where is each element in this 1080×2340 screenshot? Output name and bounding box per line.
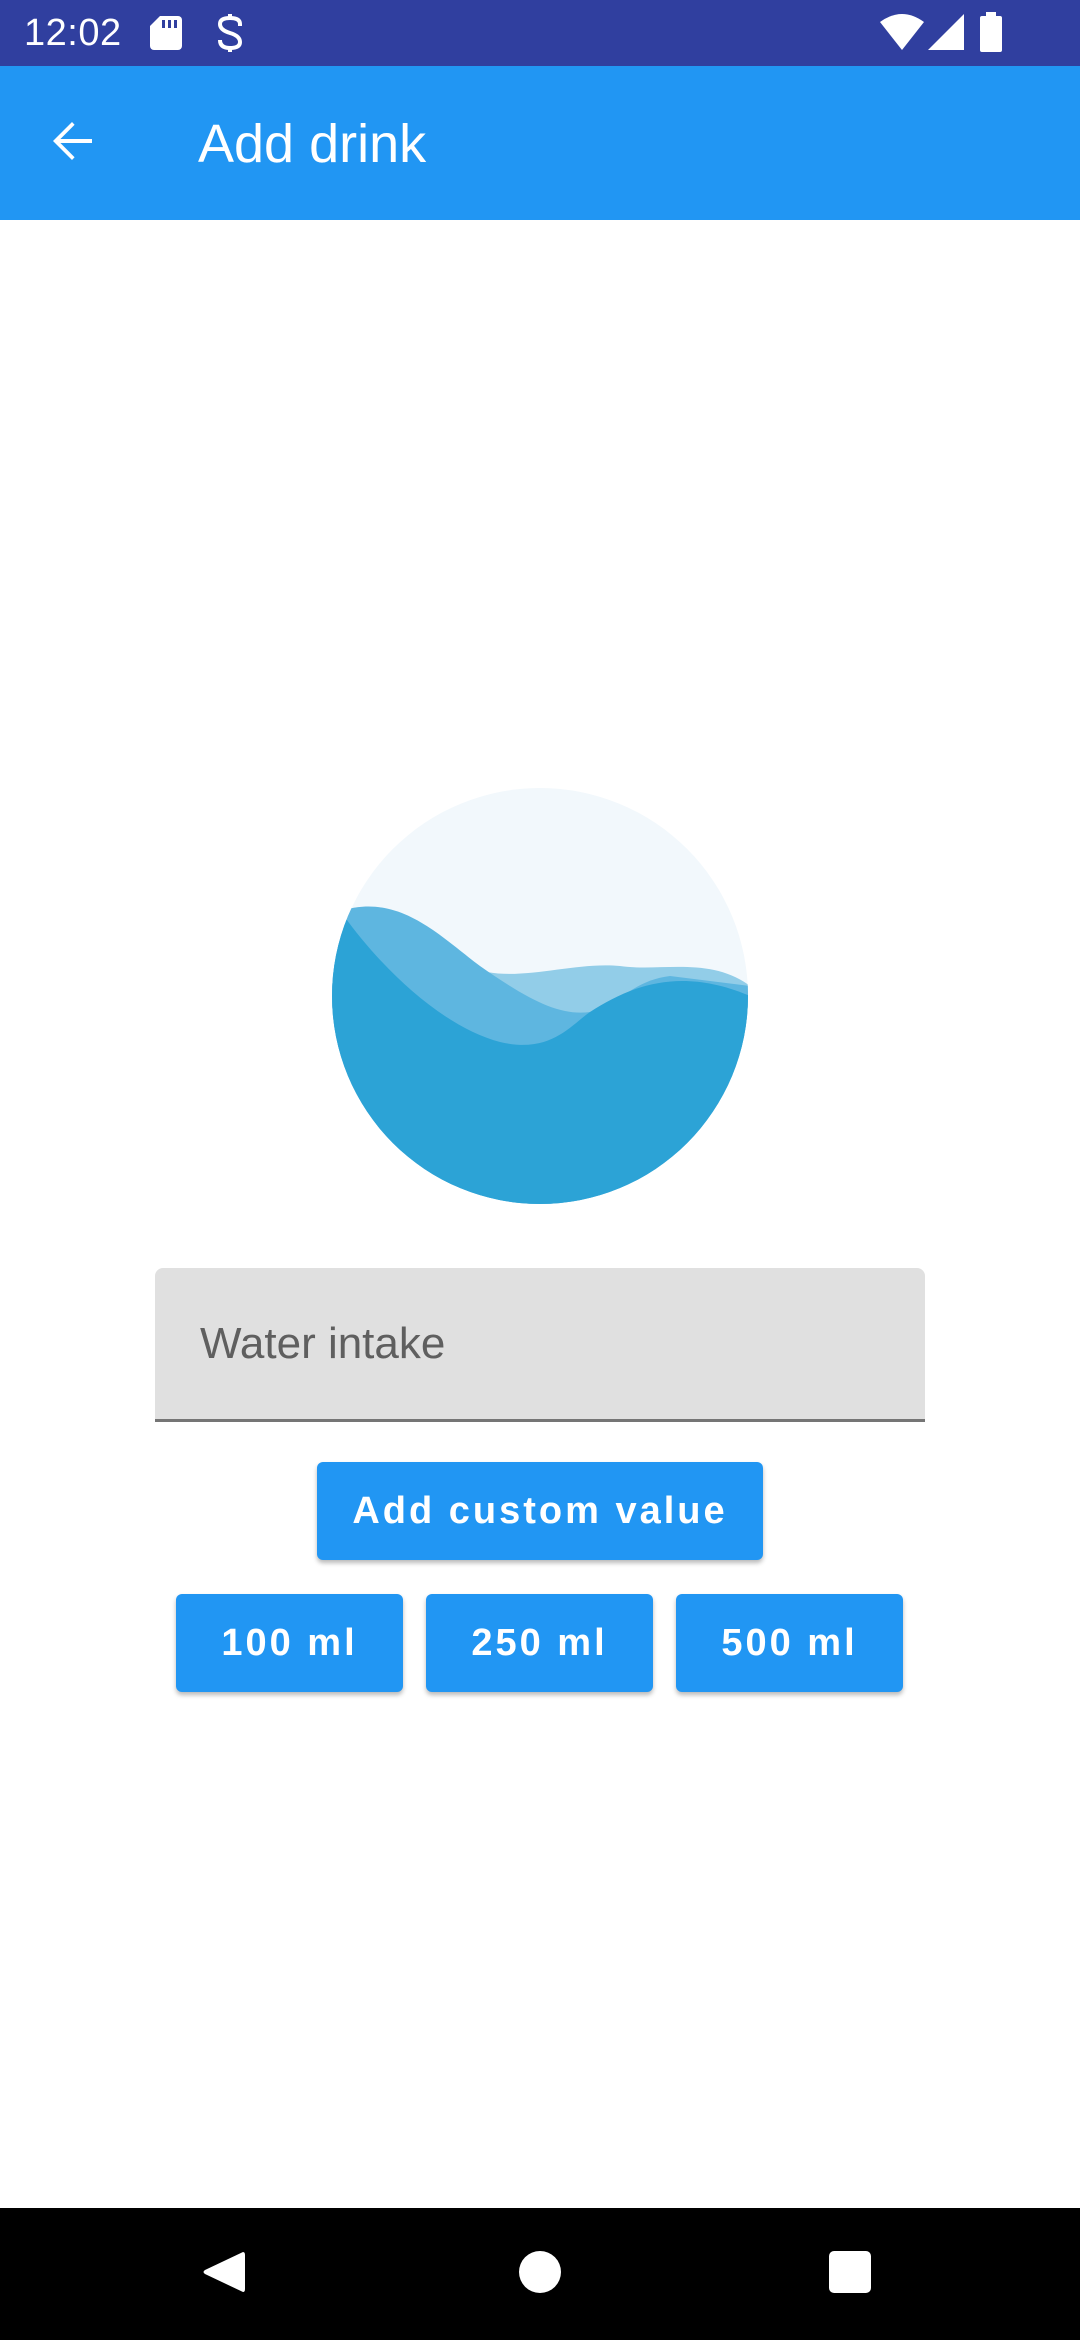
nav-back-button[interactable] — [178, 2228, 270, 2320]
data-saver-icon — [212, 14, 248, 57]
page-title: Add drink — [198, 114, 427, 174]
nav-home-icon — [518, 2250, 562, 2299]
arrow-back-icon — [48, 117, 96, 170]
wifi-icon — [880, 14, 924, 55]
nav-back-icon — [201, 2248, 247, 2301]
nav-recents-button[interactable] — [804, 2228, 896, 2320]
navigation-bar — [0, 2208, 1080, 2340]
nav-recents-icon — [829, 2250, 871, 2298]
back-button[interactable] — [30, 101, 114, 185]
sd-card-icon — [150, 16, 182, 55]
water-wave-icon — [330, 788, 750, 1210]
signal-icon — [928, 14, 964, 55]
battery-icon — [980, 12, 1002, 57]
water-intake-input[interactable] — [200, 1268, 880, 1419]
nav-home-button[interactable] — [494, 2228, 586, 2320]
water-intake-field[interactable] — [155, 1268, 925, 1422]
water-illustration — [330, 786, 750, 1206]
preset-500ml-button[interactable]: 500 ml — [676, 1594, 903, 1692]
add-custom-value-button[interactable]: Add custom value — [317, 1462, 763, 1560]
status-bar: 12:02 — [0, 0, 1080, 66]
add-drink-screen: 12:02 Add drink Water intake Add custom … — [0, 0, 1080, 2340]
status-time: 12:02 — [24, 12, 122, 54]
app-bar: Add drink — [0, 66, 1080, 220]
preset-100ml-button[interactable]: 100 ml — [176, 1594, 403, 1692]
preset-250ml-button[interactable]: 250 ml — [426, 1594, 653, 1692]
